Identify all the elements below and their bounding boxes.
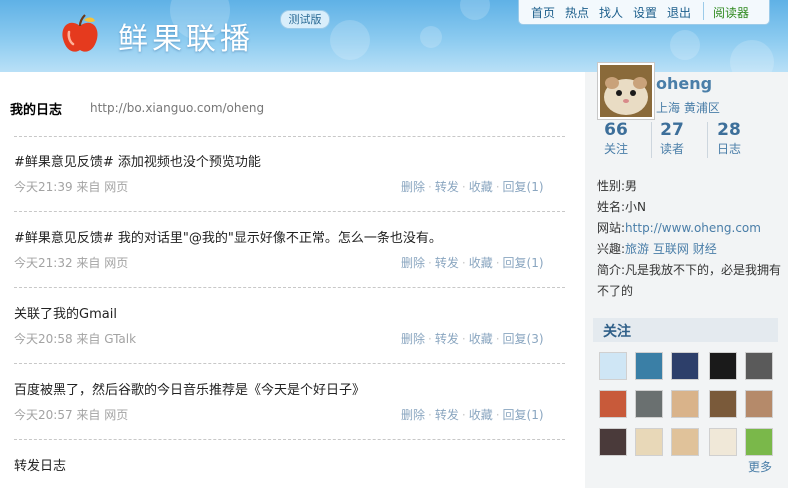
profile-info: 性别:男 姓名:小N 网站:http://www.oheng.com 兴趣:旅游… [597, 176, 783, 302]
more-link[interactable]: 更多 [748, 458, 772, 475]
entry-actions: 删除 · 转发 · 收藏 · 回复(1) [401, 408, 544, 422]
stat-label: 关注 [603, 142, 628, 156]
profile-location: 上海 黄浦区 [656, 101, 720, 115]
profile-gender: 性别:男 [597, 179, 638, 193]
page-title: 我的日志 [10, 103, 63, 118]
nav-divider [703, 2, 704, 20]
entry-meta: 今天21:32 来自 网页 [14, 256, 129, 270]
favorite-link[interactable]: 收藏 [469, 408, 493, 422]
following-avatar[interactable] [745, 352, 773, 380]
profile-sidebar: oheng 上海 黄浦区 66 关注 27 读者 28 日志 性别:男 姓名:小… [585, 62, 788, 488]
profile-website-row: 网站:http://www.oheng.com [597, 218, 783, 239]
reply-link[interactable]: 回复(1) [503, 256, 544, 270]
forward-link[interactable]: 转发 [435, 180, 459, 194]
nav-hot-link[interactable]: 热点 [565, 4, 589, 21]
stat-count: 28 [717, 120, 741, 140]
delete-link[interactable]: 删除 [401, 256, 425, 270]
reply-link[interactable]: 回复(3) [503, 332, 544, 346]
entry-text: 关联了我的Gmail [14, 307, 117, 322]
reply-link[interactable]: 回复(1) [503, 408, 544, 422]
entry-meta: 今天21:39 来自 网页 [14, 180, 129, 194]
website-link[interactable]: http://www.oheng.com [625, 221, 761, 235]
entry-text: #鲜果意见反馈# 我的对话里"@我的"显示好像不正常。怎么一条也没有。 [14, 231, 442, 246]
following-avatar[interactable] [745, 428, 773, 456]
favorite-link[interactable]: 收藏 [469, 256, 493, 270]
favorite-link[interactable]: 收藏 [469, 180, 493, 194]
divider [14, 363, 565, 364]
entry-text: 百度被黑了，然后谷歌的今日音乐推荐是《今天是个好日子》 [14, 383, 366, 398]
site-header: 鲜果联播 测试版 首页 热点 找人 设置 退出 阅读器 [0, 0, 788, 72]
following-header: 关注 [593, 318, 778, 342]
forward-link[interactable]: 转发 [435, 332, 459, 346]
apple-logo-icon[interactable] [60, 12, 100, 56]
following-avatar[interactable] [599, 390, 627, 418]
interest-link[interactable]: 旅游 [625, 242, 649, 256]
interests-label: 兴趣: [597, 242, 626, 256]
website-label: 网站: [597, 221, 626, 235]
stat-label: 读者 [659, 142, 684, 156]
stat-label: 日志 [716, 142, 741, 156]
site-title[interactable]: 鲜果联播 [118, 14, 254, 58]
entry-meta: 今天20:58 来自 GTalk [14, 332, 137, 346]
following-avatar[interactable] [745, 390, 773, 418]
following-avatar[interactable] [671, 390, 699, 418]
entry-actions: 删除 · 转发 · 收藏 · 回复(1) [401, 256, 544, 270]
stat-count: 27 [660, 120, 684, 140]
stat-following[interactable]: 66 关注 [585, 120, 647, 157]
following-avatar[interactable] [599, 428, 627, 456]
nav-settings-link[interactable]: 设置 [633, 4, 657, 21]
stat-count: 66 [604, 120, 628, 140]
stat-readers[interactable]: 27 读者 [641, 120, 703, 157]
following-avatar[interactable] [635, 352, 663, 380]
blog-url[interactable]: http://bo.xianguo.com/oheng [90, 101, 264, 115]
following-avatar[interactable] [709, 428, 737, 456]
avatar[interactable] [597, 62, 655, 120]
forward-link[interactable]: 转发 [435, 408, 459, 422]
profile-interests-row: 兴趣:旅游 互联网 财经 [597, 239, 783, 260]
following-avatar[interactable] [635, 428, 663, 456]
nav-home-link[interactable]: 首页 [531, 4, 555, 21]
following-avatar[interactable] [709, 352, 737, 380]
following-avatar[interactable] [635, 390, 663, 418]
favorite-link[interactable]: 收藏 [469, 332, 493, 346]
interest-link[interactable]: 互联网 [653, 242, 689, 256]
entry-text: #鲜果意见反馈# 添加视频也没个预览功能 [14, 155, 261, 170]
delete-link[interactable]: 删除 [401, 180, 425, 194]
following-avatar[interactable] [709, 390, 737, 418]
profile-username[interactable]: oheng [656, 74, 712, 93]
entry-text: 转发日志 [14, 459, 67, 474]
divider [14, 136, 565, 137]
forward-link[interactable]: 转发 [435, 256, 459, 270]
delete-link[interactable]: 删除 [401, 332, 425, 346]
delete-link[interactable]: 删除 [401, 408, 425, 422]
nav-reader-link[interactable]: 阅读器 [713, 4, 749, 21]
following-avatar[interactable] [599, 352, 627, 380]
top-navigation: 首页 热点 找人 设置 退出 阅读器 [518, 0, 770, 25]
following-avatar[interactable] [671, 428, 699, 456]
beta-badge: 测试版 [280, 10, 330, 29]
hamster-avatar-icon [600, 65, 652, 117]
nav-find-people-link[interactable]: 找人 [599, 4, 623, 21]
stat-posts[interactable]: 28 日志 [698, 120, 760, 157]
divider [14, 287, 565, 288]
following-avatar[interactable] [671, 352, 699, 380]
nav-logout-link[interactable]: 退出 [667, 4, 691, 21]
entry-meta: 今天20:57 来自 网页 [14, 408, 129, 422]
divider [14, 439, 565, 440]
profile-realname: 姓名:小N [597, 200, 647, 214]
interest-link[interactable]: 财经 [693, 242, 717, 256]
divider [14, 211, 565, 212]
profile-bio: 简介:凡是我放不下的，必是我拥有不了的 [597, 263, 782, 298]
main-column: 我的日志 http://bo.xianguo.com/oheng #鲜果意见反馈… [0, 72, 575, 488]
following-title: 关注 [603, 324, 631, 340]
entry-actions: 删除 · 转发 · 收藏 · 回复(1) [401, 180, 544, 194]
reply-link[interactable]: 回复(1) [503, 180, 544, 194]
entry-actions: 删除 · 转发 · 收藏 · 回复(3) [401, 332, 544, 346]
